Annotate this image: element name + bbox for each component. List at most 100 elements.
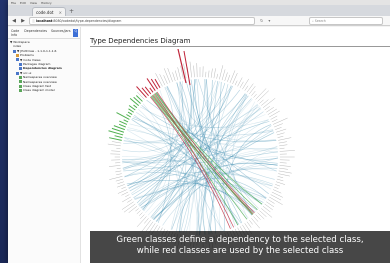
tree-node-icon [19,89,22,93]
node-label [279,147,285,149]
node-label [136,91,145,100]
menu-file[interactable]: File [11,1,16,5]
node-label [189,61,192,78]
tree-node-icon [16,58,19,62]
node-label [229,70,236,83]
node-label [117,189,128,194]
node-label [119,120,128,125]
tree-node-icon [19,62,22,66]
menu-view[interactable]: View [30,1,37,5]
node-label [255,88,267,100]
node-label [111,141,122,144]
node-label [118,123,127,128]
node-label [246,221,252,228]
browser-window: File Edit View History code.dot × + ◀ ▶ … [8,0,390,263]
tree-item[interactable]: Class diagram model [10,88,80,92]
main-panel: Type Dependencies Diagram [81,27,390,263]
back-icon[interactable]: ◀ [11,18,17,24]
node-label [136,210,141,215]
node-label [177,67,181,80]
node-label [246,83,254,93]
tree-node-icon [19,84,22,88]
browser-tab[interactable]: code.dot × [32,7,66,16]
node-label [276,181,286,185]
node-label [115,178,124,182]
node-label [174,70,179,81]
search-input[interactable]: ⌕ Search [309,16,383,25]
tree-node-icon [16,71,19,75]
node-label [140,214,145,220]
node-label [269,196,283,205]
search-placeholder: Search [314,18,326,23]
menu-edit[interactable]: Edit [20,1,26,5]
node-label [149,87,154,93]
close-icon[interactable]: × [59,10,62,15]
node-label [278,170,292,174]
node-label [121,201,134,210]
page-content: Code Info Dependencies Sources/jars Q ▼ … [8,27,390,263]
sidebar: Code Info Dependencies Sources/jars Q ▼ … [8,27,81,263]
node-label [249,86,256,95]
node-label [253,93,257,98]
node-label [270,194,282,201]
tab-dependencies[interactable]: Dependencies [23,29,48,37]
node-label [251,90,256,96]
lock-icon: ⓘ [32,18,36,23]
node-label [155,73,163,87]
node-label [117,181,124,185]
node-label [213,68,216,79]
node-label [269,110,280,118]
tab-title: code.dot [36,9,54,15]
dropdown-icon[interactable]: ▾ [268,18,270,23]
node-label [272,117,288,125]
tree-node-icon [19,67,22,71]
node-label [264,203,273,211]
tab-code-info[interactable]: Code Info [10,29,21,37]
node-label [270,115,278,120]
node-label [116,184,125,188]
title-divider [90,46,390,47]
url-path: :8080/codedot/type-dependencies/diagram [52,18,122,23]
tab-sources[interactable]: Sources/jars [50,29,72,37]
node-label [127,111,133,116]
node-label [109,137,122,141]
node-label [221,69,226,81]
tree-item-label: Class diagram model [23,88,55,93]
node-label [234,80,238,86]
tree-node-icon [13,49,16,53]
reload-icon[interactable]: ↻ [260,18,263,23]
forward-icon[interactable]: ▶ [20,18,26,24]
node-label [116,167,121,169]
menu-history[interactable]: History [41,1,52,5]
node-label [141,219,151,232]
node-label [279,150,295,152]
node-label [127,199,133,203]
node-label [274,186,279,189]
node-label [109,176,123,180]
node-label [216,73,218,79]
new-tab-button[interactable]: + [69,7,74,16]
node-label [277,176,284,178]
node-label [116,173,122,176]
node-label [262,98,276,108]
node-label [136,216,147,227]
address-bar[interactable]: ⓘ localhost :8080/codedot/type-dependenc… [29,16,255,25]
node-label [259,210,267,218]
tab-query[interactable]: Q [73,29,78,37]
node-label [123,119,129,123]
page-title: Type Dependencies Diagram [90,37,191,45]
node-label [210,68,213,78]
tab-bar: code.dot × + [8,5,390,16]
node-label [267,199,275,204]
node-label [276,128,287,133]
node-label [275,184,281,187]
node-label [111,150,121,152]
url-host: localhost [36,18,53,23]
caption-line-1: Green classes define a dependency to the… [116,235,364,245]
node-label [163,75,168,85]
node-label [172,72,176,81]
video-caption: Green classes define a dependency to the… [90,231,390,263]
node-label [224,72,228,81]
node-label [264,106,270,111]
node-label [251,218,260,229]
